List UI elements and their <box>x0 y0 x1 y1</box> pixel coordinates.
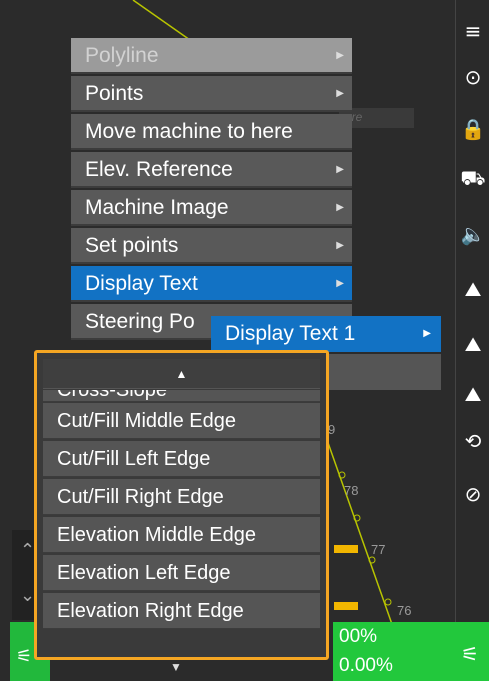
submenu-arrow-icon: ▶ <box>336 164 344 175</box>
map-user-icon-1[interactable]: ⛰ <box>456 270 489 308</box>
menu-item-label: Points <box>85 82 144 105</box>
map-user-icon-3[interactable]: ⛰ <box>456 375 489 413</box>
menu-item-polyline[interactable]: Polyline ▶ <box>71 38 352 74</box>
next-icon[interactable]: ⊙ <box>456 58 489 96</box>
gps-status-right[interactable]: ⚟ <box>455 622 489 681</box>
menu-item-set-points[interactable]: Set points ▶ <box>71 228 352 264</box>
scroll-down-button[interactable]: ▼ <box>170 660 182 674</box>
station-label: 78 <box>344 483 359 498</box>
menu-item-label: Machine Image <box>85 196 229 219</box>
menu-item-display-text[interactable]: Display Text ▶ <box>71 266 352 302</box>
menu-item-elev-reference[interactable]: Elev. Reference ▶ <box>71 152 352 188</box>
machine-icon[interactable]: ⛟ <box>456 160 489 198</box>
menu-icon[interactable]: ≡ <box>456 12 489 50</box>
speaker-icon[interactable]: 🔈 <box>456 215 489 253</box>
satellite-icon: ⚟ <box>16 646 33 666</box>
submenu-arrow-icon: ▶ <box>423 328 431 339</box>
station-label: 76 <box>397 603 412 618</box>
alignment-line-top <box>132 0 191 41</box>
submenu-arrow-icon: ▶ <box>336 240 344 251</box>
menu-item-label: Display Text <box>85 272 198 295</box>
menu-item-points[interactable]: Points ▶ <box>71 76 352 112</box>
submenu-item-label: Display Text 1 <box>225 322 356 345</box>
menu-item-machine-image[interactable]: Machine Image ▶ <box>71 190 352 226</box>
submenu-arrow-icon: ▶ <box>336 50 344 61</box>
list-item-cut-fill-right-edge[interactable]: Cut/Fill Right Edge <box>43 479 320 515</box>
display-text-options-panel: ▲ Cross-Slope Cut/Fill Middle Edge Cut/Fi… <box>34 350 329 660</box>
grade-value-2: 0.00% <box>339 655 393 676</box>
submenu-arrow-icon: ▶ <box>336 202 344 213</box>
submenu-arrow-icon: ▶ <box>336 88 344 99</box>
machine-blade-marker <box>334 545 358 553</box>
satellite-icon: ⚟ <box>461 644 479 666</box>
submenu-arrow-icon: ▶ <box>336 278 344 289</box>
menu-item-move-machine-to-here[interactable]: Move machine to here <box>71 114 352 150</box>
list-item-partial[interactable]: Cross-Slope <box>43 390 320 402</box>
list-item-elevation-left-edge[interactable]: Elevation Left Edge <box>43 555 320 591</box>
map-user-icon-2[interactable]: ⛰ <box>456 325 489 363</box>
station-label: 77 <box>371 542 386 557</box>
list-item-elevation-middle-edge[interactable]: Elevation Middle Edge <box>43 517 320 553</box>
grade-value-1: 00% <box>339 626 378 647</box>
list-item-cut-fill-left-edge[interactable]: Cut/Fill Left Edge <box>43 441 320 477</box>
menu-item-label: Move machine to here <box>85 120 293 143</box>
scroll-up-button[interactable]: ▲ <box>43 359 320 389</box>
list-item-elevation-right-edge[interactable]: Elevation Right Edge <box>43 593 320 629</box>
machine-blade-marker <box>334 602 358 610</box>
grade-readout: 00% 0.00% <box>333 622 455 681</box>
station-marker <box>384 598 392 606</box>
no-satellite-icon[interactable]: ⊘ <box>456 475 489 513</box>
lock-icon[interactable]: 🔒 <box>456 110 489 148</box>
rotate-icon[interactable]: ⟲ <box>456 422 489 460</box>
menu-item-label: Polyline <box>85 44 159 67</box>
station-label: 9 <box>328 422 336 437</box>
submenu-item-0[interactable]: Display Text 1 ▶ <box>211 316 441 352</box>
menu-item-label: Elev. Reference <box>85 158 233 181</box>
right-toolbar: ≡ ⊙ 🔒 ⛟ 🔈 ⛰ ⛰ ⛰ ⟲ ⊘ <box>455 0 489 622</box>
list-item-cut-fill-middle-edge[interactable]: Cut/Fill Middle Edge <box>43 403 320 439</box>
menu-item-label: Set points <box>85 234 179 257</box>
menu-item-label: Steering Po <box>85 310 195 333</box>
